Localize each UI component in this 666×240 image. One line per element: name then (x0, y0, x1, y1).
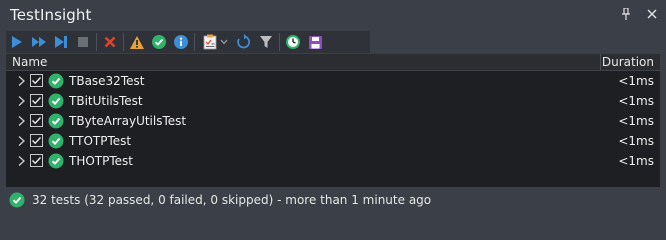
test-name: THOTPTest (69, 154, 133, 168)
chevron-right-icon[interactable] (15, 135, 27, 147)
table-row[interactable]: THOTPTest <1ms (6, 151, 660, 171)
close-icon[interactable] (644, 6, 660, 22)
test-name: TBase32Test (69, 74, 145, 88)
chevron-right-icon[interactable] (15, 75, 27, 87)
passed-icon (48, 153, 64, 169)
history-icon[interactable] (282, 31, 304, 53)
passed-icon (48, 93, 64, 109)
table-row[interactable]: TBitUtilsTest <1ms (6, 91, 660, 111)
row-checkbox[interactable] (30, 114, 43, 127)
test-duration: <1ms (618, 74, 654, 88)
chevron-down-icon (220, 39, 227, 45)
column-header-duration[interactable]: Duration (602, 55, 654, 69)
test-rows: TBase32Test <1ms TBitUtilsTest <1ms TByt… (6, 71, 660, 171)
passed-icon (48, 113, 64, 129)
column-header-name[interactable]: Name (12, 55, 47, 69)
step-icon[interactable] (50, 31, 72, 53)
title-bar: TestInsight (0, 0, 666, 30)
column-divider[interactable] (600, 54, 601, 70)
test-name: TBitUtilsTest (69, 94, 143, 108)
table-row[interactable]: TTOTPTest <1ms (6, 131, 660, 151)
checklist-dropdown[interactable] (197, 31, 233, 53)
row-checkbox[interactable] (30, 74, 43, 87)
table-row[interactable]: TByteArrayUtilsTest <1ms (6, 111, 660, 131)
warning-icon[interactable] (126, 31, 148, 53)
row-checkbox[interactable] (30, 154, 43, 167)
test-duration: <1ms (618, 134, 654, 148)
row-checkbox[interactable] (30, 134, 43, 147)
chevron-right-icon[interactable] (15, 115, 27, 127)
testinsight-window: TestInsight Name Duration TBase32Test <1… (0, 0, 666, 217)
passed-icon (9, 192, 25, 208)
pin-icon[interactable] (618, 6, 634, 22)
info-icon[interactable] (170, 31, 192, 53)
row-checkbox[interactable] (30, 94, 43, 107)
refresh-icon[interactable] (233, 31, 255, 53)
passed-icon (48, 133, 64, 149)
toolbar-separator (279, 33, 280, 51)
window-title: TestInsight (10, 6, 92, 24)
test-results-grid: Name Duration TBase32Test <1ms TBitUtils… (6, 54, 660, 187)
toolbar (6, 31, 370, 53)
status-bar: 32 tests (32 passed, 0 failed, 0 skipped… (6, 189, 660, 211)
chevron-right-icon[interactable] (15, 95, 27, 107)
chevron-right-icon[interactable] (15, 155, 27, 167)
test-duration: <1ms (618, 114, 654, 128)
stop-icon[interactable] (72, 31, 94, 53)
title-actions (618, 6, 660, 22)
status-text: 32 tests (32 passed, 0 failed, 0 skipped… (32, 193, 432, 207)
checklist-icon (203, 34, 216, 50)
test-duration: <1ms (618, 154, 654, 168)
save-icon[interactable] (304, 31, 326, 53)
filter-icon[interactable] (255, 31, 277, 53)
test-duration: <1ms (618, 94, 654, 108)
run-all-icon[interactable] (28, 31, 50, 53)
table-row[interactable]: TBase32Test <1ms (6, 71, 660, 91)
toolbar-separator (96, 33, 97, 51)
passed-filter-icon[interactable] (148, 31, 170, 53)
run-icon[interactable] (6, 31, 28, 53)
toolbar-separator (123, 33, 124, 51)
clear-icon[interactable] (99, 31, 121, 53)
test-name: TByteArrayUtilsTest (69, 114, 187, 128)
passed-icon (48, 73, 64, 89)
grid-header: Name Duration (6, 54, 660, 71)
toolbar-separator (194, 33, 195, 51)
test-name: TTOTPTest (69, 134, 132, 148)
